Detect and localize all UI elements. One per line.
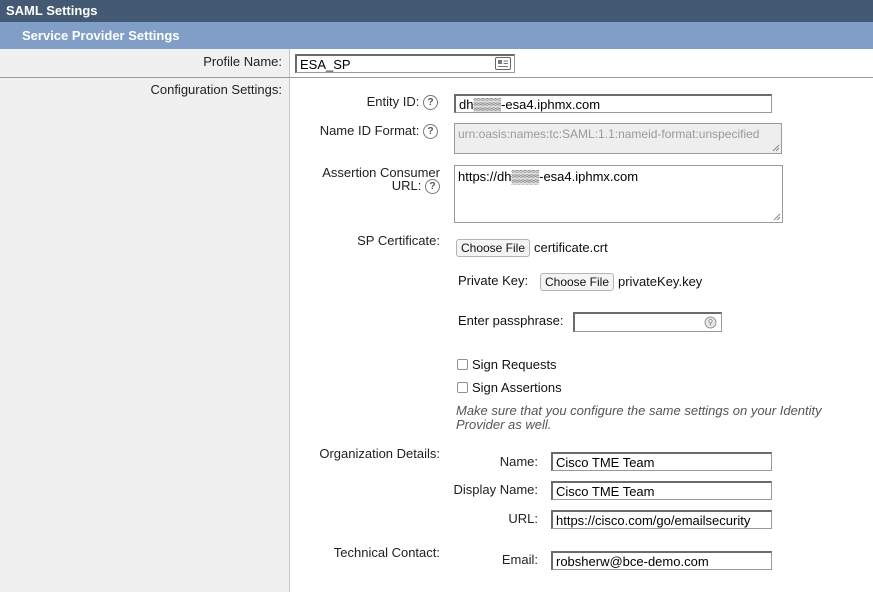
org-url-value: https://cisco.com/go/emailsecurity [556,513,751,528]
entity-id-label: Entity ID: ? [295,94,438,111]
profile-name-input[interactable]: ESA_SP [295,54,515,73]
sp-certificate-choose-file-button[interactable]: Choose File [456,239,530,257]
org-name-input[interactable]: Cisco TME Team [551,452,772,471]
tech-email-label: Email: [501,552,538,567]
profile-name-label: Profile Name: [203,54,282,69]
sp-certificate-label: SP Certificate: [357,233,440,248]
name-id-format-label: Name ID Format: ? [295,123,438,140]
label-column [0,49,290,592]
resize-handle-icon[interactable] [772,144,780,152]
sp-certificate-filename: certificate.crt [534,240,608,255]
org-url-input[interactable]: https://cisco.com/go/emailsecurity [551,510,772,529]
row-divider [0,77,873,78]
acs-url-label: Assertion Consumer URL: ? [295,166,440,195]
passphrase-label: Enter passphrase: [458,313,564,328]
resize-handle-icon[interactable] [773,213,781,221]
help-icon[interactable]: ? [423,95,438,111]
contact-card-icon [495,57,511,70]
org-name-label: Name: [499,454,538,469]
help-icon[interactable]: ? [423,124,438,140]
name-id-format-label-text: Name ID Format: [319,123,420,138]
name-id-format-value: urn:oasis:names:tc:SAML:1.1:nameid-forma… [458,127,760,141]
entity-id-input[interactable]: dh▒▒▒-esa4.iphmx.com [454,94,772,113]
private-key-filename: privateKey.key [618,274,703,289]
private-key-label: Private Key: [458,273,529,288]
tech-email-value: robsherw@bce-demo.com [556,554,709,569]
entity-id-label-text: Entity ID: [366,94,420,109]
acs-url-label-line2: URL: [391,178,422,193]
key-icon [704,316,717,329]
organization-details-label: Organization Details: [319,446,440,461]
acs-url-value: https://dh▒▒▒-esa4.iphmx.com [458,169,639,184]
sign-requests-checkbox[interactable] [457,359,468,370]
entity-id-value: dh▒▒▒-esa4.iphmx.com [459,97,601,112]
private-key-choose-file-button[interactable]: Choose File [540,273,614,291]
tech-email-input[interactable]: robsherw@bce-demo.com [551,551,772,570]
help-icon[interactable]: ? [425,179,440,195]
org-name-value: Cisco TME Team [556,455,655,470]
profile-name-value: ESA_SP [300,57,351,72]
window-title: SAML Settings [0,0,873,22]
note-line-2: Provider as well. [456,417,552,432]
configuration-settings-label: Configuration Settings: [150,82,282,97]
org-display-name-value: Cisco TME Team [556,484,655,499]
org-display-name-input[interactable]: Cisco TME Team [551,481,772,500]
org-url-label: URL: [508,511,538,526]
sign-assertions-label: Sign Assertions [472,380,562,395]
sign-requests-label: Sign Requests [472,357,557,372]
note-line-1: Make sure that you configure the same se… [456,403,822,418]
section-title: Service Provider Settings [0,22,873,49]
name-id-format-field: urn:oasis:names:tc:SAML:1.1:nameid-forma… [454,123,782,154]
sign-assertions-checkbox[interactable] [457,382,468,393]
identity-provider-note: Make sure that you configure the same se… [456,404,856,432]
passphrase-input[interactable] [573,312,722,332]
acs-url-textarea[interactable]: https://dh▒▒▒-esa4.iphmx.com [454,165,783,223]
org-display-name-label: Display Name: [453,482,538,497]
technical-contact-label: Technical Contact: [333,545,440,560]
